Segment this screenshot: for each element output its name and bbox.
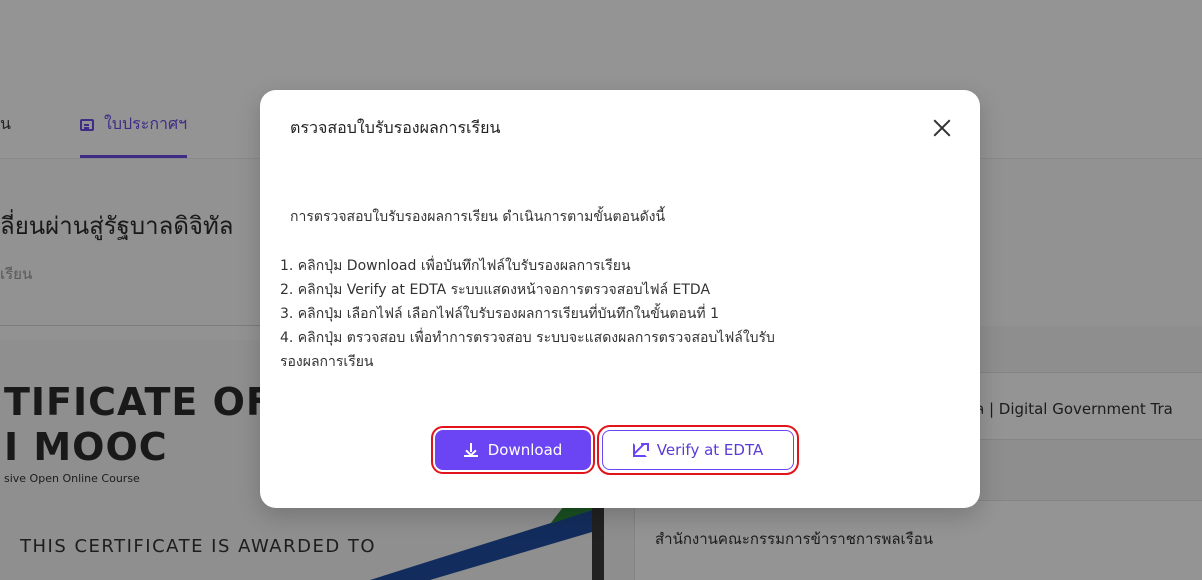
- download-button[interactable]: Download: [431, 426, 595, 474]
- instruction-step: รองผลการเรียน: [280, 354, 374, 370]
- download-icon: [463, 443, 478, 457]
- instruction-step: 2. คลิกปุ่ม Verify at EDTA ระบบแสดงหน้าจ…: [280, 282, 711, 298]
- instruction-step: 1. คลิกปุ่ม Download เพื่อบันทึกไฟล์ใบรั…: [280, 258, 631, 274]
- instruction-step: 3. คลิกปุ่ม เลือกไฟล์ เลือกไฟล์ใบรับรองผ…: [280, 306, 720, 322]
- verify-button-label: Verify at EDTA: [656, 441, 764, 459]
- close-icon[interactable]: [928, 114, 956, 142]
- verify-at-edta-button[interactable]: Verify at EDTA: [597, 425, 799, 475]
- modal-intro: การตรวจสอบใบรับรองผลการเรียน ดำเนินการตา…: [290, 209, 666, 225]
- verify-certificate-modal: ตรวจสอบใบรับรองผลการเรียน การตรวจสอบใบรั…: [260, 90, 980, 508]
- modal-title: ตรวจสอบใบรับรองผลการเรียน: [290, 118, 501, 137]
- download-button-label: Download: [487, 441, 563, 459]
- page: น ใบประกาศฯ ลี่ยนผ่านสู่รัฐบาลดิจิทัล เร…: [0, 0, 1202, 580]
- instruction-step: 4. คลิกปุ่ม ตรวจสอบ เพื่อทำการตรวจสอบ ระ…: [280, 330, 775, 346]
- external-link-icon: [632, 443, 649, 457]
- instruction-steps: 1. คลิกปุ่ม Download เพื่อบันทึกไฟล์ใบรั…: [280, 254, 960, 374]
